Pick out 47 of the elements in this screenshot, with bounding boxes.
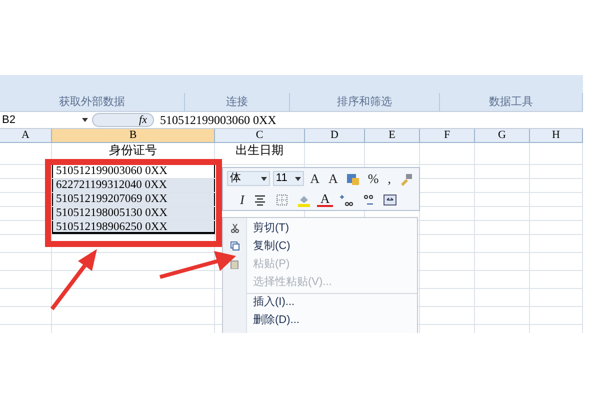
menu-item[interactable]: 剪切(T) xyxy=(247,219,417,237)
toolbar-button[interactable]: A xyxy=(317,192,333,207)
table-cell: 身份证号 xyxy=(109,144,157,156)
font-field[interactable]: 体 xyxy=(227,171,270,186)
caret-icon xyxy=(295,176,302,180)
ribbon-group-label: 获取外部数据 xyxy=(59,94,125,110)
ribbon-group-label: 数据工具 xyxy=(489,94,533,110)
column-header[interactable]: D xyxy=(305,129,365,142)
table-cell[interactable]: 622721199312040 0XX xyxy=(52,179,215,192)
table-cell: 出生日期 xyxy=(236,144,284,156)
formula-input[interactable]: 510512199003060 0XX xyxy=(160,111,276,129)
merge-cells-icon xyxy=(382,192,397,206)
align-center-icon xyxy=(253,192,268,206)
column-header[interactable]: H xyxy=(530,129,583,142)
table-cell[interactable]: 510512199207069 0XX xyxy=(52,193,215,206)
table-cell[interactable]: 510512198906250 0XX xyxy=(52,221,215,234)
borders-icon xyxy=(275,192,290,206)
paste-icon xyxy=(230,259,240,269)
toolbar-button[interactable]: % xyxy=(364,172,382,185)
toolbar-button[interactable]: A xyxy=(307,172,323,185)
column-header[interactable]: B xyxy=(52,129,215,142)
column-header[interactable]: C xyxy=(215,129,305,142)
name-box[interactable]: B2 xyxy=(0,112,92,128)
ribbon-group-label: 连接 xyxy=(226,94,248,110)
caret-icon xyxy=(260,176,267,180)
menu-item[interactable]: 删除(D)... xyxy=(247,311,417,329)
caret-icon xyxy=(82,118,88,122)
insert-function-button[interactable]: fx xyxy=(139,112,147,128)
toolbar-button[interactable]: , xyxy=(384,172,394,185)
column-header[interactable]: F xyxy=(420,129,475,142)
toolbar-button[interactable]: A xyxy=(326,172,341,185)
copy-icon xyxy=(230,241,240,251)
menu-item[interactable]: 复制(C) xyxy=(247,237,417,255)
toolbar-button[interactable] xyxy=(380,192,399,206)
table-cell[interactable]: 510512198005130 0XX xyxy=(52,207,215,220)
menu-item[interactable]: 插入(I)... xyxy=(247,293,417,311)
styles-icon xyxy=(346,172,360,186)
toolbar-button[interactable]: I xyxy=(237,193,248,206)
arrow xyxy=(50,249,97,310)
table-cell[interactable]: 510512199003060 0XX xyxy=(52,165,215,178)
column-header[interactable]: E xyxy=(365,129,420,142)
font-size-field[interactable]: 11 xyxy=(272,171,304,186)
increase-decimal-icon xyxy=(338,192,353,206)
scissors-icon xyxy=(230,223,240,233)
ribbon-group-label: 排序和筛选 xyxy=(337,94,392,110)
column-header[interactable]: G xyxy=(475,129,530,142)
format-painter-icon xyxy=(399,172,413,186)
